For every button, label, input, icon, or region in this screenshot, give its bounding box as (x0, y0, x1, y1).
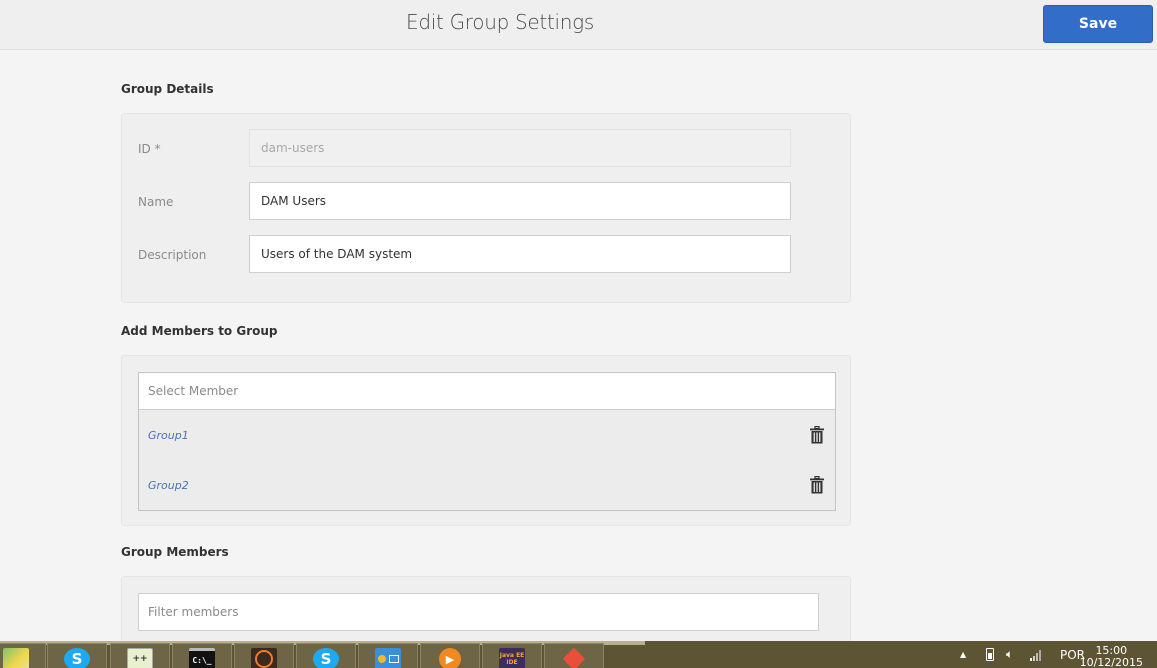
taskbar-app-notepad-plus-plus[interactable]: ++ (110, 643, 170, 668)
folder-icon (3, 648, 29, 668)
filter-members-input[interactable]: Filter members (138, 593, 819, 631)
system-clock[interactable]: 15:00 10/12/2015 (1080, 645, 1143, 668)
member-list-item: Group1 (139, 410, 835, 460)
taskbar-app-media-player[interactable]: ▶ (420, 643, 480, 668)
select-member-input[interactable]: Select Member (139, 373, 835, 410)
taskbar-app-explorer[interactable] (0, 643, 46, 668)
add-members-panel: Select Member Group1 Group2 (121, 355, 851, 526)
page-title: Edit Group Settings (406, 10, 594, 34)
skype-icon: S (313, 648, 339, 668)
taskbar-app-git[interactable] (544, 643, 604, 668)
id-label: ID * (138, 142, 161, 156)
skype-icon: S (64, 648, 90, 668)
play-icon: ▶ (439, 648, 461, 668)
description-field[interactable]: Users of the DAM system (249, 235, 791, 273)
eclipse-icon: Java EE IDE (499, 648, 525, 668)
member-name[interactable]: Group1 (148, 429, 189, 442)
chevron-up-icon: ▲ (960, 650, 967, 659)
add-members-heading: Add Members to Group (121, 324, 278, 338)
group-details-panel: ID * dam-users Name DAM Users Descriptio… (121, 113, 851, 303)
taskbar-app-command-prompt[interactable]: C:\_ (172, 643, 232, 668)
member-name[interactable]: Group2 (148, 479, 189, 492)
page-header: Edit Group Settings Save (0, 0, 1157, 50)
name-field[interactable]: DAM Users (249, 182, 791, 220)
id-field: dam-users (249, 129, 791, 167)
member-list-item: Group2 (139, 460, 835, 510)
orange-circle-icon (251, 648, 277, 668)
volume-icon[interactable]: 🔈︎ (1006, 641, 1013, 668)
taskbar-app-orange[interactable] (234, 643, 294, 668)
taskbar-app-java-ee-ide[interactable]: Java EE IDE (482, 643, 542, 668)
save-button[interactable]: Save (1043, 5, 1153, 43)
trash-icon[interactable] (809, 426, 825, 444)
trash-icon[interactable] (809, 476, 825, 494)
network-signal-icon[interactable] (1030, 641, 1041, 668)
cmd-icon: C:\_ (189, 648, 215, 668)
group-members-heading: Group Members (121, 545, 229, 559)
taskbar-app-skype-2[interactable]: S (296, 643, 356, 668)
control-panel-icon (375, 648, 401, 668)
member-list: Select Member Group1 Group2 (138, 372, 836, 511)
show-hidden-icons-button[interactable]: ▲ (960, 641, 966, 668)
clock-date: 10/12/2015 (1079, 656, 1143, 668)
battery-icon[interactable] (986, 641, 994, 668)
name-label: Name (138, 195, 174, 209)
taskbar-app-skype[interactable]: S (47, 643, 107, 668)
description-label: Description (138, 248, 207, 262)
group-details-heading: Group Details (121, 82, 214, 96)
taskbar-app-control-panel[interactable] (358, 643, 418, 668)
git-icon (561, 648, 587, 668)
notepad-icon: ++ (127, 648, 153, 668)
